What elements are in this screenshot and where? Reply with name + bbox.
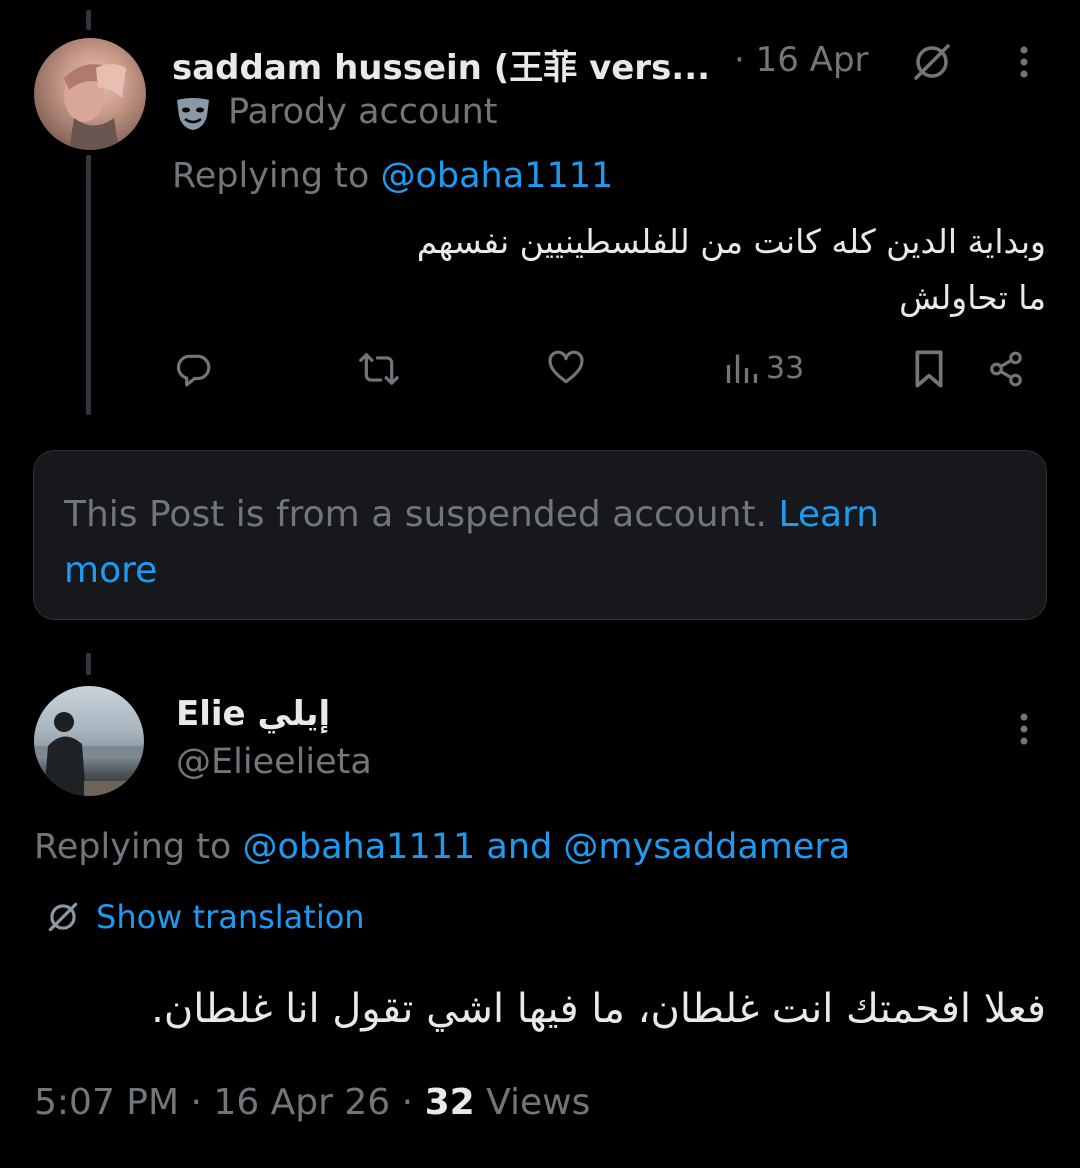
grok-icon[interactable]	[908, 38, 956, 86]
display-name[interactable]: saddam hussein (王菲 vers...	[172, 40, 710, 89]
views-button[interactable]: 33	[724, 350, 804, 386]
learn-more-word2: more	[64, 550, 158, 591]
more-dots-icon[interactable]	[1014, 44, 1034, 84]
tweet-date[interactable]: 16 Apr 26	[213, 1082, 390, 1123]
bookmark-button[interactable]	[912, 349, 946, 389]
avatar-image	[34, 712, 144, 796]
replying-handle[interactable]: @obaha1111	[380, 156, 613, 196]
tweet-date[interactable]: · 16 Apr	[734, 40, 869, 80]
share-button[interactable]	[986, 350, 1026, 388]
show-translation-label: Show translation	[96, 898, 365, 936]
reply-icon	[176, 354, 211, 387]
avatar[interactable]	[34, 38, 146, 150]
thread-line-tweet2	[86, 653, 91, 675]
reply-button[interactable]	[174, 350, 212, 388]
views-count: 33	[766, 350, 805, 386]
views-label: Views	[486, 1082, 591, 1123]
thread-line-top	[86, 10, 91, 30]
display-name-arabic: إيلي	[257, 694, 331, 734]
tweet-time[interactable]: 5:07 PM	[34, 1082, 179, 1123]
tweet-text-line2: ما تحاولش	[899, 278, 1046, 317]
replying-handle-1[interactable]: @obaha1111	[242, 827, 475, 867]
tweet-text-line1: وبداية الدين كله كانت من للفلسطينيين نفس…	[416, 222, 1046, 261]
show-translation-button[interactable]: Show translation	[44, 898, 365, 936]
bookmark-icon	[915, 350, 943, 388]
display-name[interactable]: Elie إيلي	[176, 694, 330, 734]
like-icon	[548, 350, 584, 384]
tweet-text: فعلا افحمتك انت غلطان، ما فيها اشي تقول …	[151, 986, 1046, 1032]
replying-prefix: Replying to	[34, 827, 232, 867]
replying-handle-2[interactable]: @mysaddamera	[563, 827, 850, 867]
parody-mask-icon	[174, 96, 212, 132]
views-icon	[726, 354, 758, 383]
replying-to: Replying to @obaha1111	[172, 156, 613, 196]
share-icon	[990, 351, 1022, 387]
meta-separator: ·	[190, 1082, 202, 1123]
learn-more-word1: Learn	[778, 494, 880, 535]
translate-icon	[48, 902, 78, 932]
suspended-text: This Post is from a suspended account.	[64, 494, 768, 535]
retweet-button[interactable]	[358, 350, 400, 388]
thread-line-tweet1	[86, 155, 91, 415]
like-button[interactable]	[546, 350, 586, 388]
suspended-post-card: This Post is from a suspended account. L…	[33, 450, 1047, 620]
avatar-image	[64, 64, 126, 150]
replying-and: and	[486, 827, 553, 867]
tweet-meta: 5:07 PM · 16 Apr 26 · 32 Views	[34, 1082, 590, 1123]
more-dots-icon[interactable]	[1014, 711, 1034, 751]
retweet-icon	[359, 353, 399, 385]
views-count: 32	[424, 1082, 475, 1123]
replying-to: Replying to @obaha1111 and @mysaddamera	[34, 827, 850, 867]
replying-prefix: Replying to	[172, 156, 370, 196]
parody-label: Parody account	[228, 92, 498, 132]
meta-separator: ·	[401, 1082, 414, 1123]
display-name-latin: Elie	[176, 694, 246, 734]
user-handle[interactable]: @Elieelieta	[176, 742, 372, 782]
avatar[interactable]	[34, 686, 144, 796]
